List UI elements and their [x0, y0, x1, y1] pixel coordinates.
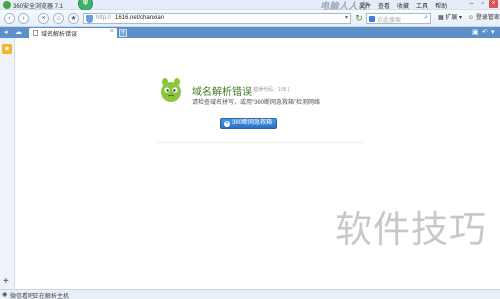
error-description: 请检查域名拼写，或用“360断网急救箱”检测网络 — [192, 100, 321, 106]
menu-file[interactable]: 文件 — [359, 1, 371, 10]
refresh-icon[interactable]: ↻ — [354, 13, 364, 24]
status-left-text[interactable]: 微信看吧 — [10, 291, 34, 299]
extensions-label: 扩展 — [445, 15, 458, 21]
search-engine-icon[interactable] — [369, 16, 375, 22]
menu-view[interactable]: 查看 — [378, 1, 390, 10]
plus-icon: + — [224, 121, 230, 127]
title-bar: 360安全浏览器 7.1 ⛨ 电脑人人有 文件 查看 收藏 工具 帮助 – ▫ … — [0, 0, 500, 11]
stop-icon[interactable]: × — [38, 13, 49, 24]
home-icon[interactable]: ⌂ — [53, 13, 64, 24]
close-window-icon[interactable]: × — [489, 0, 498, 8]
menu-tools[interactable]: 工具 — [416, 1, 428, 10]
security-shield-icon — [86, 15, 93, 23]
url-text[interactable]: 1616.net/chanxian — [115, 15, 164, 21]
sidebar: ★ + — [0, 38, 15, 289]
window-controls: – ▫ × — [467, 0, 498, 8]
status-left-icon[interactable]: ◉ — [2, 291, 7, 298]
tab-menu-icon[interactable]: ▾ — [491, 28, 495, 37]
window-title: 360安全浏览器 7.1 — [13, 4, 64, 10]
tab-label: 域名解析错误 — [41, 32, 78, 38]
content-divider — [156, 142, 363, 143]
login-button[interactable]: ☺ 登录管家 — [468, 13, 500, 24]
browser-logo-icon — [3, 1, 11, 9]
sidebar-add-icon[interactable]: + — [3, 276, 9, 287]
minimize-icon[interactable]: – — [467, 0, 476, 8]
new-tab-icon[interactable]: + — [119, 29, 127, 37]
network-repair-button[interactable]: +360断网急救箱 — [220, 118, 277, 129]
search-placeholder: 点此搜索 — [377, 18, 402, 24]
address-bar[interactable]: http:// 1616.net/chanxian ▾ — [83, 13, 351, 24]
undo-close-icon[interactable]: ↶ — [482, 28, 488, 37]
extensions-button[interactable]: ▦ 扩展 ▾ — [438, 13, 462, 24]
url-protocol: http:// — [96, 15, 112, 21]
tab-list-icon[interactable]: ▣ — [472, 28, 479, 37]
forward-icon[interactable]: › — [18, 13, 29, 24]
tab-bar: ◂ ☁ 域名解析错误 × + ▣ ↶ ▾ — [0, 27, 500, 38]
tab-back-icon[interactable]: ◂ — [4, 28, 8, 37]
login-label: 登录管家 — [475, 15, 500, 21]
tab-close-icon[interactable]: × — [110, 28, 114, 35]
cloud-icon[interactable]: ☁ — [15, 28, 22, 37]
navigation-bar: ‹ › × ⌂ ★ http:// 1616.net/chanxian ▾ ↻ … — [0, 10, 500, 27]
search-icon[interactable]: ⌕ — [424, 14, 428, 22]
toolbar-right: ▦ 扩展 ▾ ☺ 登录管家 — [438, 13, 500, 24]
status-bar: ◉ 微信看吧 正在解析主机 — [0, 289, 500, 299]
tab-domain-error[interactable]: 域名解析错误 × — [29, 28, 117, 38]
menu-bar: 文件 查看 收藏 工具 帮助 — [359, 1, 447, 10]
favorites-star-icon[interactable]: ★ — [2, 44, 12, 54]
favorite-star-icon[interactable]: ★ — [68, 13, 79, 24]
menu-favorites[interactable]: 收藏 — [397, 1, 409, 10]
error-code: ( 错误代码：105 ) — [250, 87, 290, 93]
search-box[interactable]: 点此搜索 ⌕ — [366, 13, 431, 24]
maximize-icon[interactable]: ▫ — [478, 0, 487, 8]
error-title: 域名解析错误 — [192, 87, 252, 98]
page-favicon-icon — [33, 30, 38, 36]
error-mascot-icon — [161, 78, 181, 102]
status-message: 正在解析主机 — [33, 294, 70, 299]
menu-help[interactable]: 帮助 — [435, 1, 447, 10]
url-dropdown-icon[interactable]: ▾ — [345, 14, 348, 21]
network-repair-label: 360断网急救箱 — [232, 120, 273, 126]
back-icon[interactable]: ‹ — [4, 13, 15, 24]
watermark-text: 软件技巧 — [335, 208, 487, 251]
